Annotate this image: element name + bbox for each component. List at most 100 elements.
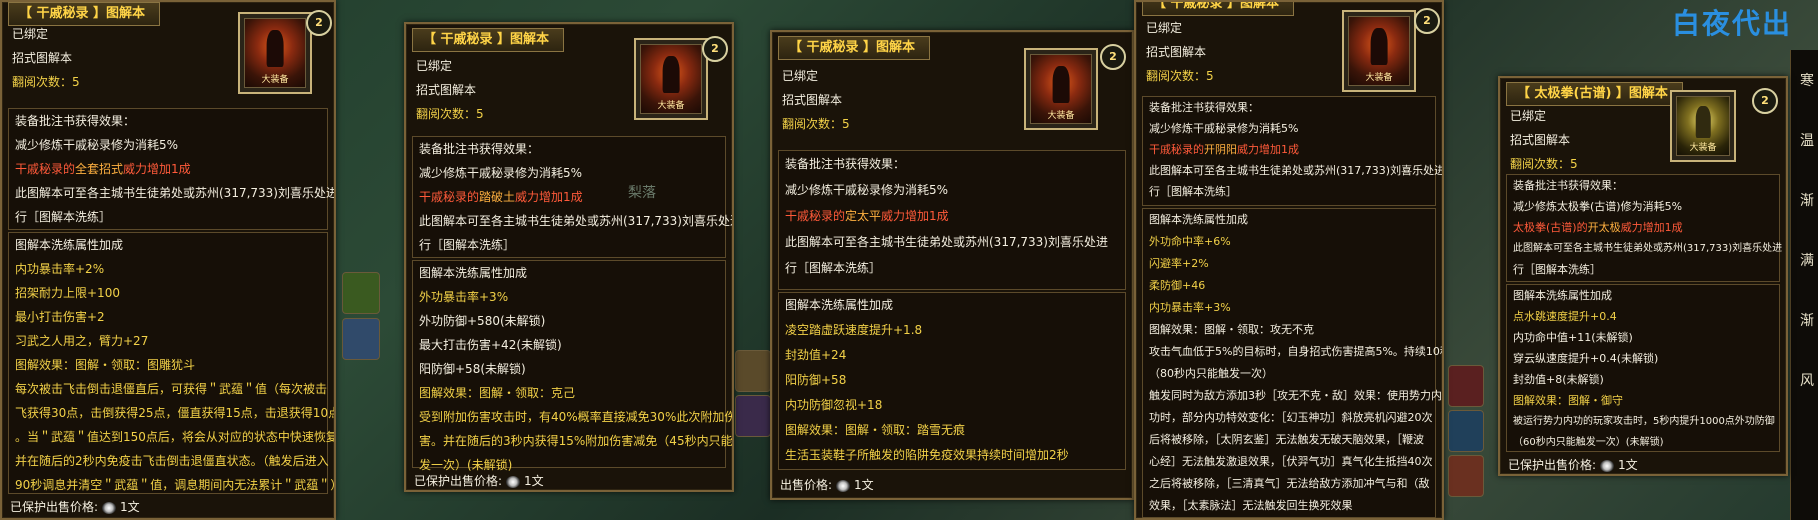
right-panel [1790, 50, 1818, 520]
price-value: 1文 [854, 478, 874, 492]
effect-section: 装备批注书获得效果： 减少修炼干戚秘录修为消耗5% 干戚秘录的全套招式威力增加1… [8, 108, 334, 230]
inventory-slot[interactable] [342, 318, 380, 360]
inventory-slot[interactable] [1448, 455, 1484, 497]
desc-line: 触发同时为敌方添加3秒［攻无不克・敌］效果：使用势力内 [1149, 389, 1442, 402]
wash-note: 此图解本可至各主城书生徒弟处或苏州(317,733)刘喜乐处进 [1513, 243, 1783, 254]
wash-header: 图解本洗练属性加成 [785, 298, 894, 312]
side-panel-text: 满 [1800, 253, 1814, 269]
read-count: 翻阅次数：5 [1146, 69, 1214, 83]
attr-line: 柔防御+46 [1149, 279, 1206, 292]
bound-status: 已绑定 [1510, 109, 1547, 123]
attr-line: 点水跳速度提升+0.4 [1513, 310, 1617, 323]
wash-note: 此图解本可至各主城书生徒弟处或苏州(317,733)刘喜乐处进 [1149, 164, 1444, 177]
effect-header: 装备批注书获得效果： [1513, 179, 1623, 192]
inventory-slot[interactable] [735, 350, 771, 392]
level-badge: 2 [306, 10, 332, 36]
price-value: 1文 [1618, 458, 1638, 472]
inventory-slot[interactable] [1448, 410, 1484, 452]
tooltip-meta: 已绑定 招式图解本 翻阅次数：5 [12, 22, 80, 94]
sale-price: 出售价格: 1文 [780, 474, 874, 496]
desc-line: 90秒调息并清空＂武蕴＂值，调息期间内无法累计＂武蕴＂） [15, 478, 336, 492]
attr-line: 凌空踏虚跃速度提升+1.8 [785, 323, 923, 337]
inventory-slot[interactable] [342, 272, 380, 314]
wash-header: 图解本洗练属性加成 [419, 266, 528, 280]
effect-move: 开阴阳 [1204, 143, 1237, 156]
bound-status: 已绑定 [12, 27, 49, 41]
effect-section: 装备批注书获得效果： 减少修炼干戚秘录修为消耗5% 干戚秘录的踏破土威力增加1成… [412, 136, 734, 258]
tooltip-meta: 已绑定 招式图解本 翻阅次数：5 [782, 64, 850, 136]
effect-move: 定太平 [845, 209, 882, 223]
effect-skill: 干戚秘录的 [419, 190, 480, 204]
desc-line: 效果，［太素脉法］无法触发回生换死效果 [1149, 499, 1353, 512]
level-badge: 2 [1752, 88, 1778, 114]
inventory-slot[interactable] [735, 395, 771, 437]
wash-header: 图解本洗练属性加成 [1149, 213, 1248, 226]
effect-line: 减少修炼干戚秘录修为消耗5% [1149, 122, 1299, 135]
effect-line: 减少修炼干戚秘录修为消耗5% [15, 138, 179, 152]
desc-line: 生活玉装鞋子所触发的陷阱免疫效果持续时间增加2秒 [785, 448, 1069, 462]
attr-line: 阳防御+58(未解锁) [419, 362, 526, 376]
wash-note: 行［图解本洗练］ [785, 261, 882, 275]
item-icon: 大装备 [1342, 10, 1416, 92]
attr-line: 图解效果：图解・领取：克己 [419, 386, 576, 400]
side-panel-text: 渐 [1800, 193, 1814, 209]
item-kind: 招式图解本 [1510, 133, 1571, 147]
desc-line: （60秒内只能触发一次）(未解锁) [1513, 437, 1664, 448]
sale-price: 已保护出售价格: 1文 [1508, 454, 1638, 474]
item-kind: 招式图解本 [416, 83, 477, 97]
effect-bonus: 威力增加1成 [123, 162, 191, 176]
wash-note: 行［图解本洗练］ [15, 210, 112, 224]
sale-price: 已保护出售价格: 1文 [414, 470, 544, 490]
effect-skill: 干戚秘录的 [785, 209, 846, 223]
item-kind: 招式图解本 [782, 93, 843, 107]
effect-section: 装备批注书获得效果： 减少修炼太极拳(古谱)修为消耗5% 太极拳(古谱)的开太极… [1506, 174, 1783, 282]
inventory-slot[interactable] [1448, 365, 1484, 407]
effect-skill: 干戚秘录的 [1149, 143, 1204, 156]
side-panel-text: 渐 [1800, 313, 1814, 329]
price-value: 1文 [524, 474, 544, 488]
coin-icon [836, 479, 851, 492]
effect-bonus: 威力增加1成 [1237, 143, 1299, 156]
sale-price: 已保护出售价格: 1文 [10, 496, 140, 518]
desc-line: （80秒内只能触发一次） [1149, 367, 1273, 380]
attr-line: 内功暴击率+3% [1149, 301, 1231, 314]
read-count: 翻阅次数：5 [782, 117, 850, 131]
item-icon: 大装备 [1024, 48, 1098, 130]
price-label: 已保护出售价格: [414, 474, 503, 488]
effect-bonus: 威力增加1成 [515, 190, 583, 204]
level-badge: 2 [1100, 44, 1126, 70]
desc-line: 后将被移除，［太阴玄鉴］无法触发无破天脑效果，［鞭波 [1149, 433, 1424, 446]
level-badge: 2 [1414, 8, 1440, 34]
tooltip-title: 【 太极拳(古谱) 】图解本 [1506, 82, 1683, 106]
attr-line: 内功防御忽视+18 [785, 398, 883, 412]
read-count: 翻阅次数：5 [416, 107, 484, 121]
desc-line: 害。并在随后的3秒内获得15%附加伤害减免（45秒内只能触 [419, 434, 734, 448]
attr-line: 外功命中率+6% [1149, 235, 1231, 248]
side-panel-text: 温 [1800, 133, 1814, 149]
bound-status: 已绑定 [782, 69, 819, 83]
attr-line: 阳防御+58 [785, 373, 847, 387]
background-text: 梨落 [628, 185, 656, 201]
attr-line: 内功暴击率+2% [15, 262, 105, 276]
icon-label: 大装备 [1365, 73, 1393, 83]
attr-line: 内功命中值+11(未解锁) [1513, 331, 1633, 344]
wash-section: 图解本洗练属性加成 外功暴击率+3% 外功防御+580(未解锁) 最大打击伤害+… [412, 260, 734, 472]
wash-note: 行［图解本洗练］ [1149, 185, 1237, 198]
wash-section: 图解本洗练属性加成 内功暴击率+2% 招架耐力上限+100 最小打击伤害+2 习… [8, 232, 336, 494]
side-panel-text: 寒 [1800, 73, 1814, 89]
tooltip-meta: 已绑定 招式图解本 翻阅次数：5 [1510, 104, 1578, 176]
effect-header: 装备批注书获得效果： [419, 142, 540, 156]
tooltip-title: 【 干戚秘录 】图解本 [778, 36, 931, 60]
icon-label: 大装备 [261, 75, 289, 85]
price-value: 1文 [120, 500, 140, 514]
desc-line: 每次被击飞击倒击退僵直后，可获得＂武蕴＂值（每次被击 [15, 382, 328, 396]
attr-line: 最小打击伤害+2 [15, 310, 105, 324]
effect-section: 装备批注书获得效果： 减少修炼干戚秘录修为消耗5% 干戚秘录的定太平威力增加1成… [778, 150, 1126, 290]
wash-header: 图解本洗练属性加成 [1513, 289, 1612, 302]
item-tooltip: 【 干戚秘录 】图解本 已绑定 招式图解本 翻阅次数：5 大装备 2 装备批注书… [0, 0, 336, 520]
effect-bonus: 威力增加1成 [881, 209, 949, 223]
tooltip-title: 【 干戚秘录 】图解本 [412, 28, 565, 52]
wash-note: 行［图解本洗练］ [1513, 263, 1601, 276]
icon-label: 大装备 [657, 101, 685, 111]
wash-note: 此图解本可至各主城书生徒弟处或苏州(317,733)刘喜乐处进 [419, 214, 734, 228]
